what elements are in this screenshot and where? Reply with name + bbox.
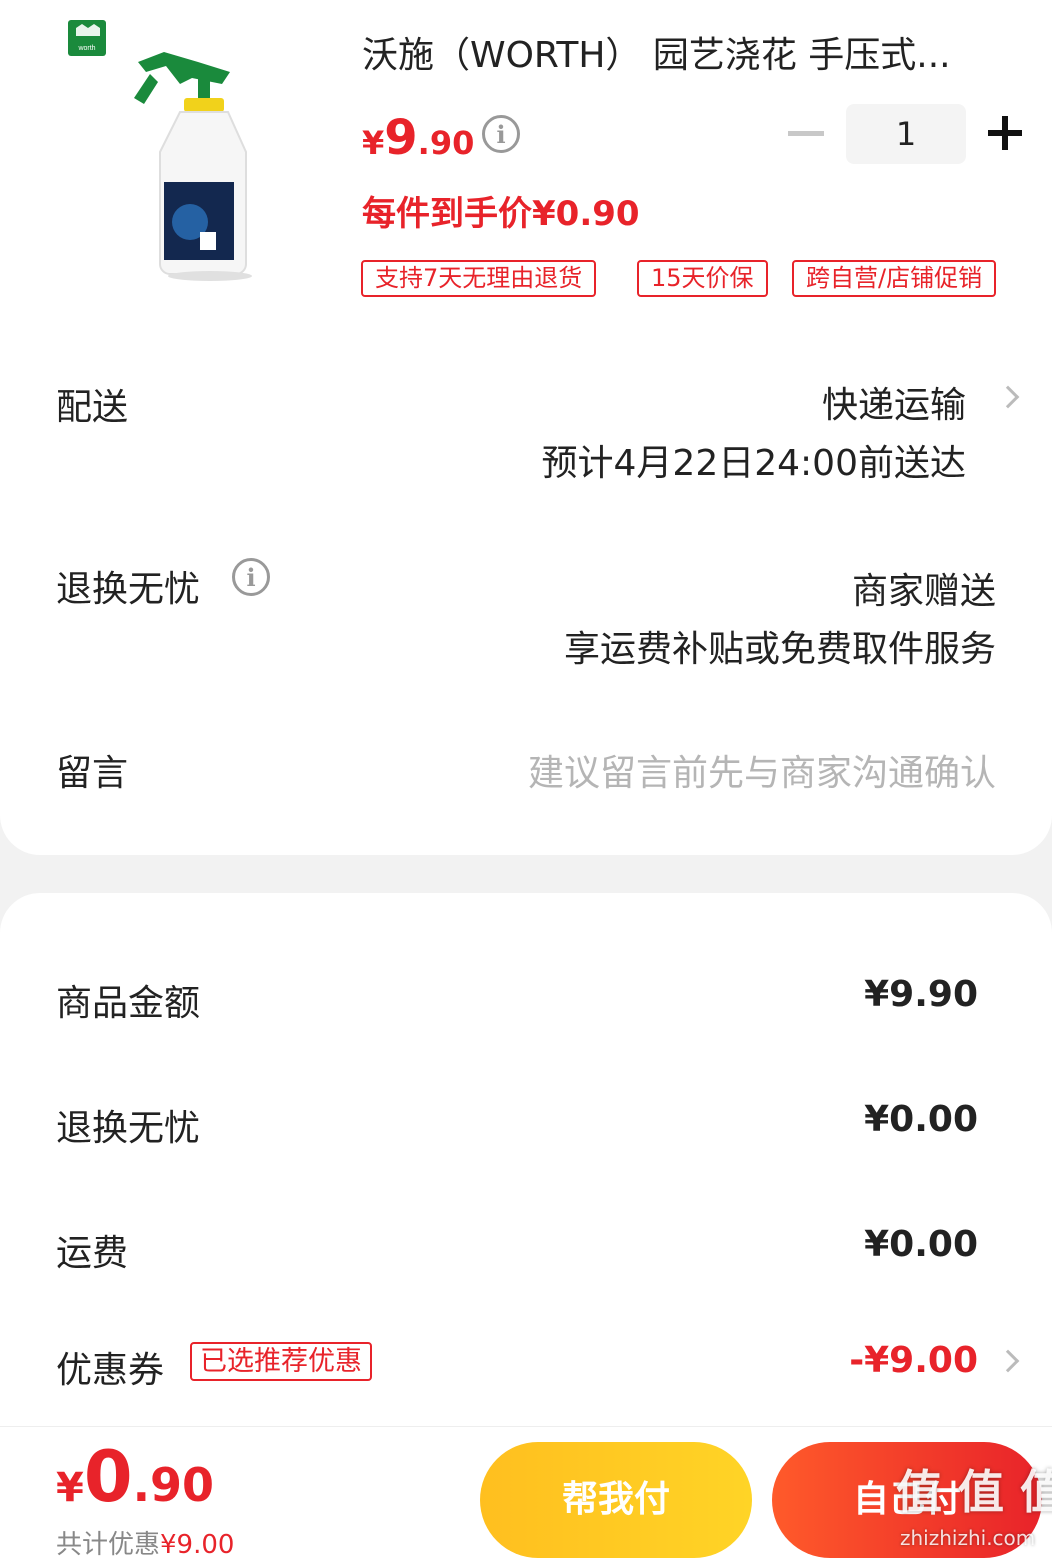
watermark: 值 值 值 xyxy=(896,1465,1052,1519)
total-currency: ¥ xyxy=(56,1465,84,1511)
returns-info-icon[interactable]: i xyxy=(232,558,270,596)
total-decimal: .90 xyxy=(132,1458,215,1512)
returns-fee-label: 退换无忧 xyxy=(56,1108,201,1149)
delivery-eta: 预计4月22日24:00前送达 xyxy=(541,443,966,484)
total-integer: 0 xyxy=(83,1436,133,1518)
price-decimal: .90 xyxy=(417,124,475,162)
delivery-label: 配送 xyxy=(56,387,129,428)
tag-7day-return: 支持7天无理由退货 xyxy=(361,260,597,297)
quantity-input[interactable]: 1 xyxy=(846,104,966,164)
discount-label: 共计优惠 xyxy=(56,1530,161,1558)
shipping-fee-value: ¥0.00 xyxy=(864,1224,978,1265)
coupon-selected-tag: 已选推荐优惠 xyxy=(190,1342,372,1381)
coupon-value[interactable]: -¥9.00 xyxy=(849,1340,978,1381)
product-price: ¥9.90 xyxy=(362,110,474,166)
tag-price-protect: 15天价保 xyxy=(637,260,768,297)
delivery-method[interactable]: 快递运输 xyxy=(822,376,966,428)
tag-promotion: 跨自营/店铺促销 xyxy=(792,260,997,297)
returns-label: 退换无忧 xyxy=(56,569,201,610)
product-title[interactable]: 沃施（WORTH） 园艺浇花 手压式... xyxy=(362,26,951,78)
quantity-plus-button[interactable] xyxy=(988,116,1022,150)
svg-text:worth: worth xyxy=(77,45,95,52)
shipping-fee-label: 运费 xyxy=(56,1233,129,1274)
goods-amount-label: 商品金额 xyxy=(56,983,201,1024)
quantity-minus-button[interactable] xyxy=(788,131,824,136)
watermark-url: zhizhizhi.com xyxy=(900,1526,1036,1550)
price-currency: ¥ xyxy=(362,124,385,162)
returns-desc: 享运费补贴或免费取件服务 xyxy=(563,629,996,670)
total-discount: 共计优惠¥9.00 xyxy=(56,1524,234,1558)
price-info-icon[interactable]: i xyxy=(482,115,520,153)
discount-value: ¥9.00 xyxy=(160,1530,235,1558)
returns-value: 商家赠送 xyxy=(851,571,996,612)
unit-final-price: 每件到手价¥0.90 xyxy=(362,194,640,234)
price-integer: 9 xyxy=(384,110,418,166)
message-input[interactable]: 建议留言前先与商家沟通确认 xyxy=(528,744,996,796)
returns-fee-value: ¥0.00 xyxy=(864,1099,978,1140)
coupon-label: 优惠券 xyxy=(56,1350,165,1391)
help-pay-button[interactable]: 帮我付 xyxy=(480,1442,752,1558)
goods-amount-value: ¥9.90 xyxy=(864,974,978,1015)
message-label: 留言 xyxy=(56,753,129,794)
total-price: ¥0.90 xyxy=(56,1436,214,1518)
product-image[interactable]: worth xyxy=(60,14,280,284)
